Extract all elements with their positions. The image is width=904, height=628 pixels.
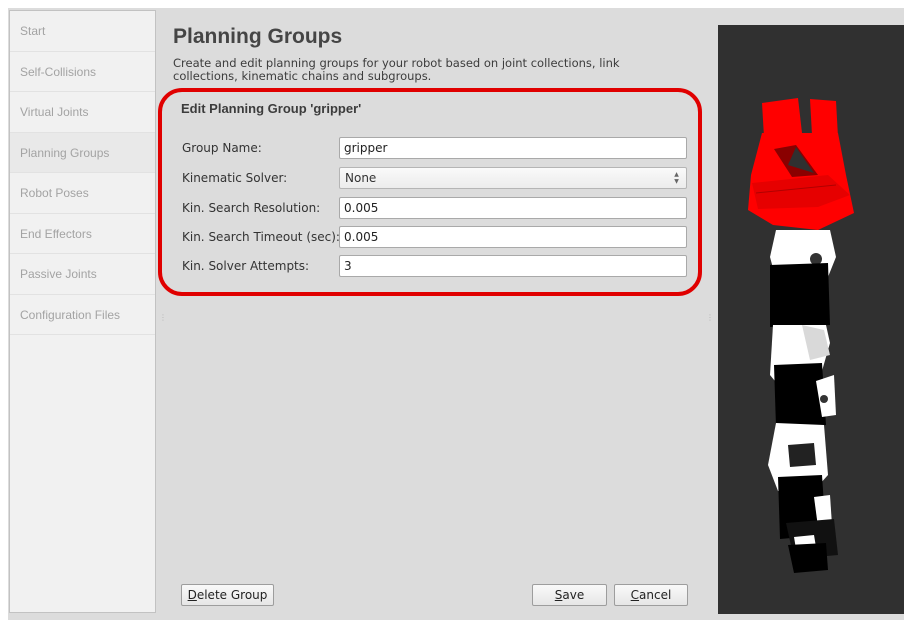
arm-links	[768, 230, 838, 573]
robot-3d-viewer[interactable]	[718, 25, 904, 614]
kinematic-solver-select[interactable]: None ▲ ▼	[339, 167, 687, 189]
delete-group-label: elete Group	[196, 588, 268, 602]
updown-arrows-icon: ▲ ▼	[674, 171, 679, 185]
cancel-button[interactable]: Cancel	[614, 584, 688, 606]
page-description: Create and edit planning groups for your…	[173, 56, 620, 83]
search-resolution-label: Kin. Search Resolution:	[182, 201, 321, 215]
sidebar-item-end-effectors[interactable]: End Effectors	[10, 213, 155, 254]
group-name-label: Group Name:	[182, 141, 262, 155]
save-button[interactable]: Save	[532, 584, 607, 606]
save-label: ave	[562, 588, 585, 602]
kinematic-solver-value: None	[345, 171, 377, 185]
group-name-input[interactable]	[339, 137, 687, 159]
sidebar-item-virtual-joints[interactable]: Virtual Joints	[10, 92, 155, 133]
sidebar-item-robot-poses[interactable]: Robot Poses	[10, 173, 155, 214]
search-timeout-input[interactable]	[339, 226, 687, 248]
sidebar-item-configuration-files[interactable]: Configuration Files	[10, 294, 155, 335]
sidebar-item-passive-joints[interactable]: Passive Joints	[10, 254, 155, 295]
delete-group-mnemonic: D	[187, 588, 197, 602]
solver-attempts-input[interactable]	[339, 255, 687, 277]
delete-group-button[interactable]: Delete Group	[181, 584, 274, 606]
sidebar-item-planning-groups[interactable]: Planning Groups	[10, 132, 155, 173]
kinematic-solver-label: Kinematic Solver:	[182, 171, 288, 185]
robot-model	[748, 98, 854, 573]
search-timeout-label: Kin. Search Timeout (sec):	[182, 230, 340, 244]
edit-group-title: Edit Planning Group 'gripper'	[181, 101, 362, 116]
sidebar-nav: Start Self-Collisions Virtual Joints Pla…	[9, 10, 156, 613]
sidebar-item-self-collisions[interactable]: Self-Collisions	[10, 51, 155, 92]
gripper-link	[748, 98, 854, 230]
page-title: Planning Groups	[173, 25, 343, 48]
sidebar-item-start[interactable]: Start	[10, 11, 155, 52]
cancel-mnemonic: C	[630, 588, 640, 602]
right-splitter-handle[interactable]: ⋮	[706, 314, 714, 322]
search-resolution-input[interactable]	[339, 197, 687, 219]
solver-attempts-label: Kin. Solver Attempts:	[182, 259, 310, 273]
cancel-label: ancel	[639, 588, 672, 602]
left-splitter-handle[interactable]: ⋮	[159, 314, 167, 322]
